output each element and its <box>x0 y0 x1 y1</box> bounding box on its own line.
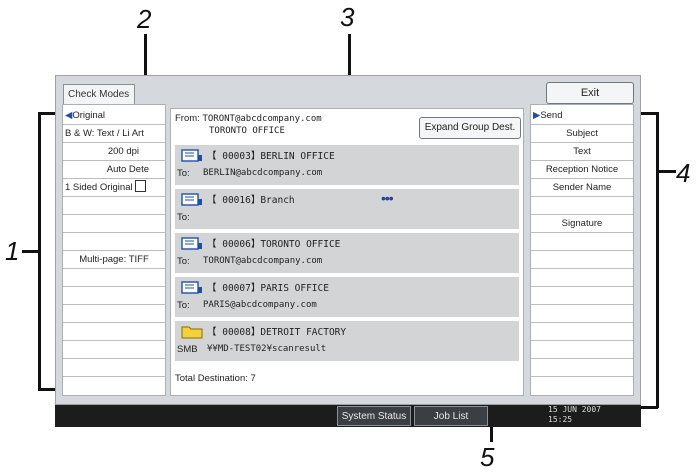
setting-original-type[interactable]: 1 Sided Original <box>63 179 165 197</box>
destination-title: 【 00003】BERLIN OFFICE <box>207 151 335 162</box>
destination-item[interactable]: 【 00003】BERLIN OFFICE To: BERLIN@abcdcom… <box>175 145 519 185</box>
setting-file-type[interactable]: Multi-page: TIFF <box>63 251 165 269</box>
destination-prefix: To: <box>177 212 190 223</box>
destination-title: 【 00016】Branch <box>207 195 295 206</box>
destination-prefix: To: <box>177 300 190 311</box>
fax-icon <box>181 237 203 251</box>
option-empty-10 <box>531 377 633 395</box>
destination-list: From: TORONT@abcdcompany.com TORONTO OFF… <box>170 108 524 396</box>
destination-detail: PARIS@abcdcompany.com <box>203 300 317 310</box>
exit-button[interactable]: Exit <box>546 82 634 104</box>
callout-1: 1 <box>5 236 20 266</box>
folder-icon <box>181 324 203 344</box>
destination-prefix: To: <box>177 256 190 267</box>
option-text[interactable]: Text <box>531 143 633 161</box>
leader-4-tick <box>658 170 676 173</box>
destination-detail: ¥¥MD-TEST02¥scanresult <box>207 344 327 354</box>
fax-icon <box>181 149 203 163</box>
callout-5: 5 <box>480 442 495 472</box>
setting-empty-3 <box>63 233 165 251</box>
destination-item[interactable]: 【 00016】Branch ••• To: <box>175 189 519 229</box>
fax-icon <box>181 193 203 207</box>
scan-settings-list: ◀Original B & W: Text / Li Art 200 dpi A… <box>62 104 166 396</box>
callout-3: 3 <box>340 2 355 32</box>
setting-empty-4 <box>63 269 165 287</box>
status-time: 15:25 <box>548 415 573 424</box>
option-empty-8 <box>531 341 633 359</box>
option-signature[interactable]: Signature <box>531 215 633 233</box>
fax-icon <box>181 281 203 295</box>
option-empty-1 <box>531 197 633 215</box>
option-empty-7 <box>531 323 633 341</box>
send-options-list: ▶Send Subject Text Reception Notice Send… <box>530 104 634 396</box>
destination-detail: BERLIN@abcdcompany.com <box>203 168 323 178</box>
setting-scan-type[interactable]: B & W: Text / Li Art <box>63 125 165 143</box>
destination-detail: TORONT@abcdcompany.com <box>203 256 323 266</box>
setting-empty-2 <box>63 215 165 233</box>
leader-1-tick <box>22 250 40 253</box>
callout-4: 4 <box>676 158 691 188</box>
destination-prefix: To: <box>177 168 190 179</box>
option-empty-3 <box>531 251 633 269</box>
destination-title: 【 00007】PARIS OFFICE <box>207 283 329 294</box>
option-reception-notice[interactable]: Reception Notice <box>531 161 633 179</box>
setting-empty-5 <box>63 287 165 305</box>
option-empty-9 <box>531 359 633 377</box>
callout-2: 2 <box>137 4 152 34</box>
from-block: From: TORONT@abcdcompany.com TORONTO OFF… <box>175 113 322 136</box>
option-subject[interactable]: Subject <box>531 125 633 143</box>
option-empty-5 <box>531 287 633 305</box>
system-status-button[interactable]: System Status <box>337 406 411 426</box>
expand-group-dest-button[interactable]: Expand Group Dest. <box>419 117 521 139</box>
destination-item[interactable]: 【 00007】PARIS OFFICE To: PARIS@abcdcompa… <box>175 277 519 317</box>
destination-title: 【 00008】DETROIT FACTORY <box>207 327 347 338</box>
job-list-button[interactable]: Job List <box>414 406 488 426</box>
destination-item[interactable]: 【 00006】TORONTO OFFICE To: TORONT@abcdco… <box>175 233 519 273</box>
leader-4-bracket <box>656 112 659 408</box>
setting-empty-10 <box>63 377 165 395</box>
setting-density[interactable]: Auto Dete <box>63 161 165 179</box>
setting-resolution[interactable]: 200 dpi <box>63 143 165 161</box>
status-date: 15 JUN 2007 <box>548 405 601 414</box>
option-sender-name[interactable]: Sender Name <box>531 179 633 197</box>
setting-empty-6 <box>63 305 165 323</box>
orientation-icon <box>134 180 146 192</box>
option-empty-6 <box>531 305 633 323</box>
option-send[interactable]: ▶Send <box>531 107 633 125</box>
destination-prefix: SMB <box>177 344 198 355</box>
tab-check-modes[interactable]: Check Modes <box>63 84 135 104</box>
option-empty-4 <box>531 269 633 287</box>
total-destination: Total Destination: 7 <box>175 373 256 384</box>
option-empty-2 <box>531 233 633 251</box>
destination-title: 【 00006】TORONTO OFFICE <box>207 239 341 250</box>
setting-empty-1 <box>63 197 165 215</box>
setting-empty-9 <box>63 359 165 377</box>
setting-original[interactable]: ◀Original <box>63 107 165 125</box>
setting-empty-7 <box>63 323 165 341</box>
setting-empty-8 <box>63 341 165 359</box>
group-icon: ••• <box>381 190 394 206</box>
destination-item[interactable]: 【 00008】DETROIT FACTORY SMB ¥¥MD-TEST02¥… <box>175 321 519 361</box>
